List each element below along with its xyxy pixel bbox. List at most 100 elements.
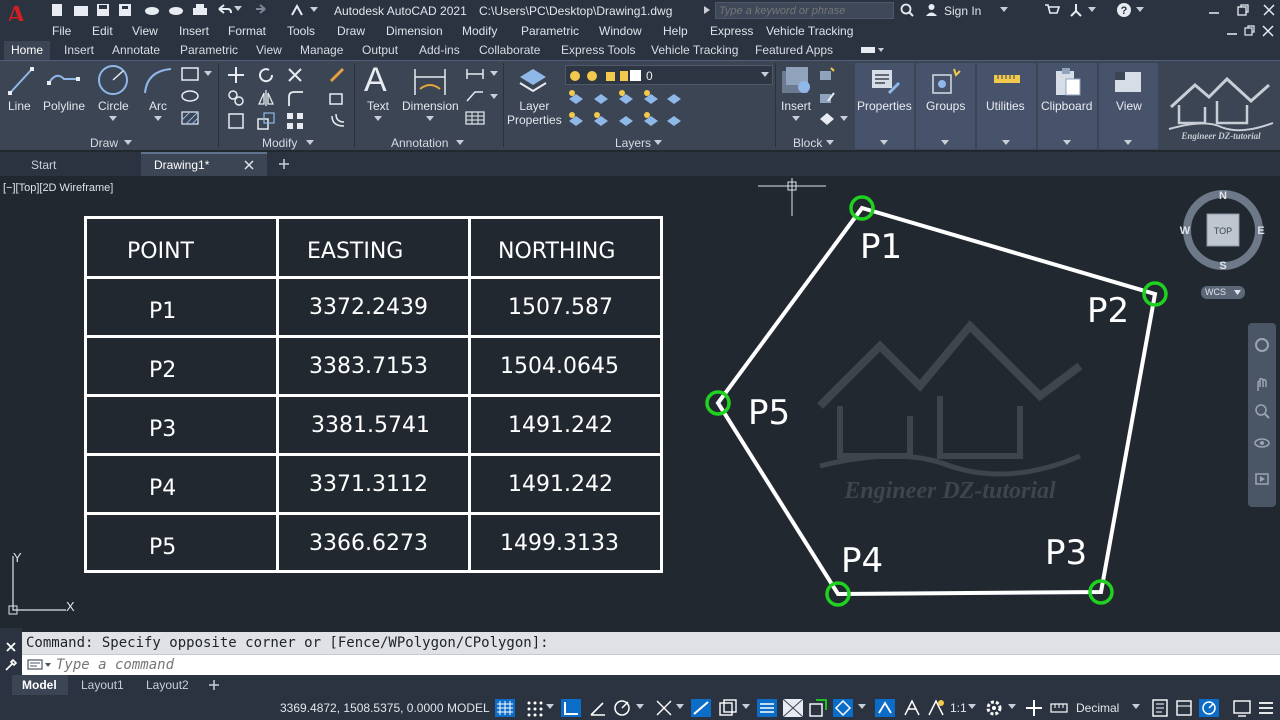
connect-dropdown-icon[interactable] — [1088, 7, 1096, 13]
add-layout-icon[interactable] — [208, 679, 220, 691]
layout-tab-layout1[interactable]: Layout1 — [81, 678, 124, 692]
new-file-icon[interactable] — [50, 3, 64, 17]
redo-icon[interactable] — [252, 3, 268, 17]
transparency-icon[interactable] — [718, 698, 738, 718]
insert-block-label[interactable]: Insert — [781, 99, 811, 113]
pentagon-drawing[interactable]: P1 P2 P3 P4 P5 — [690, 176, 1190, 628]
menu-minimize-icon[interactable] — [1226, 25, 1238, 37]
insert-block-icon[interactable] — [780, 63, 814, 97]
menu-dimension[interactable]: Dimension — [386, 24, 443, 38]
ribbon-tab-view[interactable]: View — [256, 43, 282, 57]
layer-properties-icon[interactable] — [516, 63, 550, 97]
steering-wheel-icon[interactable] — [1254, 337, 1270, 353]
properties-panel-button[interactable]: Properties — [855, 63, 914, 149]
minimize-window-icon[interactable] — [1207, 3, 1221, 17]
help-dropdown-icon[interactable] — [1136, 7, 1144, 13]
layers-panel-label[interactable]: Layers — [615, 136, 651, 150]
leader-icon[interactable] — [465, 89, 485, 103]
edit-block-icon[interactable] — [818, 89, 836, 105]
compass-west[interactable]: W — [1180, 225, 1191, 237]
open-folder-icon[interactable] — [73, 3, 89, 17]
dynamic-ucs-icon[interactable] — [808, 698, 828, 718]
stretch-tool-icon[interactable] — [227, 112, 245, 130]
start-tab[interactable]: Start — [0, 152, 139, 176]
showmotion-icon[interactable] — [1254, 471, 1270, 487]
ribbon-tab-collaborate[interactable]: Collaborate — [479, 43, 540, 57]
draw-panel-label[interactable]: Draw — [90, 136, 118, 150]
undo-dropdown-icon[interactable] — [234, 6, 242, 12]
menu-file[interactable]: File — [52, 24, 71, 38]
clipboard-panel-button[interactable]: Clipboard — [1038, 63, 1097, 149]
ribbon-tab-manage[interactable]: Manage — [300, 43, 343, 57]
text-dropdown-icon[interactable] — [374, 116, 382, 122]
layers-panel-expand-icon[interactable] — [654, 140, 662, 146]
block-attribute-icon[interactable] — [818, 111, 836, 127]
block-attr-dropdown-icon[interactable] — [840, 116, 848, 122]
command-input[interactable] — [56, 656, 1256, 674]
menu-parametric[interactable]: Parametric — [521, 24, 579, 38]
gizmo-icon[interactable] — [874, 698, 896, 718]
fillet-tool-icon[interactable] — [286, 89, 304, 107]
annotation-scale-dropdown-icon[interactable] — [968, 704, 976, 710]
annotation-monitor-icon[interactable] — [1024, 698, 1044, 718]
menu-modify[interactable]: Modify — [462, 24, 497, 38]
menu-format[interactable]: Format — [228, 24, 266, 38]
undo-icon[interactable] — [216, 3, 232, 17]
viewport-controls[interactable]: [−][Top][2D Wireframe] — [3, 182, 113, 194]
modify-panel-label[interactable]: Modify — [262, 136, 297, 150]
osnap-dropdown-icon[interactable] — [676, 704, 684, 710]
new-tab-icon[interactable] — [278, 158, 290, 170]
menu-close-icon[interactable] — [1262, 25, 1274, 37]
block-panel-label[interactable]: Block — [793, 136, 822, 150]
view-panel-button[interactable]: View — [1099, 63, 1158, 149]
block-panel-expand-icon[interactable] — [826, 140, 834, 146]
search-expand-icon[interactable] — [704, 6, 710, 14]
transparency-dropdown-icon[interactable] — [742, 704, 750, 710]
isodraft-dropdown-icon[interactable] — [636, 704, 644, 710]
print-icon[interactable] — [192, 3, 208, 17]
annotation-dd1-icon[interactable] — [490, 71, 498, 77]
menu-restore-icon[interactable] — [1244, 25, 1256, 37]
erase-tool-icon[interactable] — [328, 66, 346, 84]
units-display[interactable]: Decimal — [1076, 701, 1119, 715]
pan-icon[interactable] — [1254, 377, 1270, 393]
circle-dropdown-icon[interactable] — [109, 116, 117, 122]
close-command-line-icon[interactable] — [5, 641, 17, 653]
menu-draw[interactable]: Draw — [337, 24, 365, 38]
orbit-icon[interactable] — [1254, 435, 1270, 451]
object-snap-tracking-icon[interactable] — [654, 698, 674, 718]
arc-dropdown-icon[interactable] — [154, 116, 162, 122]
annotation-visibility-icon[interactable] — [902, 698, 922, 718]
filter-dropdown-icon[interactable] — [858, 704, 866, 710]
save-icon[interactable] — [96, 3, 110, 17]
menu-tools[interactable]: Tools — [287, 24, 315, 38]
help-icon[interactable]: ? — [1116, 2, 1132, 18]
customize-command-icon[interactable] — [4, 658, 18, 672]
rectangle-tool-icon[interactable] — [181, 67, 199, 81]
menu-vehicle-tracking[interactable]: Vehicle Tracking — [766, 24, 853, 38]
snap-mode-icon[interactable] — [524, 698, 546, 718]
draw-panel-expand-icon[interactable] — [124, 140, 132, 146]
ortho-mode-icon[interactable] — [560, 698, 582, 718]
annotation-scale[interactable]: 1:1 — [950, 701, 967, 715]
compass-north[interactable]: N — [1219, 190, 1227, 202]
circle-tool-icon[interactable] — [96, 63, 130, 97]
ellipse-tool-icon[interactable] — [181, 89, 199, 103]
rotate-tool-icon[interactable] — [257, 66, 275, 84]
search-icon[interactable] — [900, 3, 914, 17]
mirror-tool-icon[interactable] — [257, 89, 275, 107]
close-window-icon[interactable] — [1262, 3, 1276, 17]
create-block-icon[interactable] — [818, 66, 836, 82]
sign-in-dropdown-icon[interactable] — [1000, 7, 1008, 13]
utilities-panel-button[interactable]: Utilities — [977, 63, 1036, 149]
snap-dropdown-icon[interactable] — [546, 704, 554, 710]
circle-tool-label[interactable]: Circle — [98, 99, 129, 113]
annotation-panel-expand-icon[interactable] — [456, 140, 464, 146]
polyline-tool-icon[interactable] — [46, 65, 82, 97]
grid-display-icon[interactable] — [494, 698, 516, 718]
layer-properties-label[interactable]: Layer Properties — [507, 99, 562, 127]
text-tool-label[interactable]: Text — [367, 99, 389, 113]
line-tool-icon[interactable] — [6, 65, 36, 97]
auto-scale-icon[interactable] — [926, 698, 946, 718]
menu-edit[interactable]: Edit — [92, 24, 113, 38]
